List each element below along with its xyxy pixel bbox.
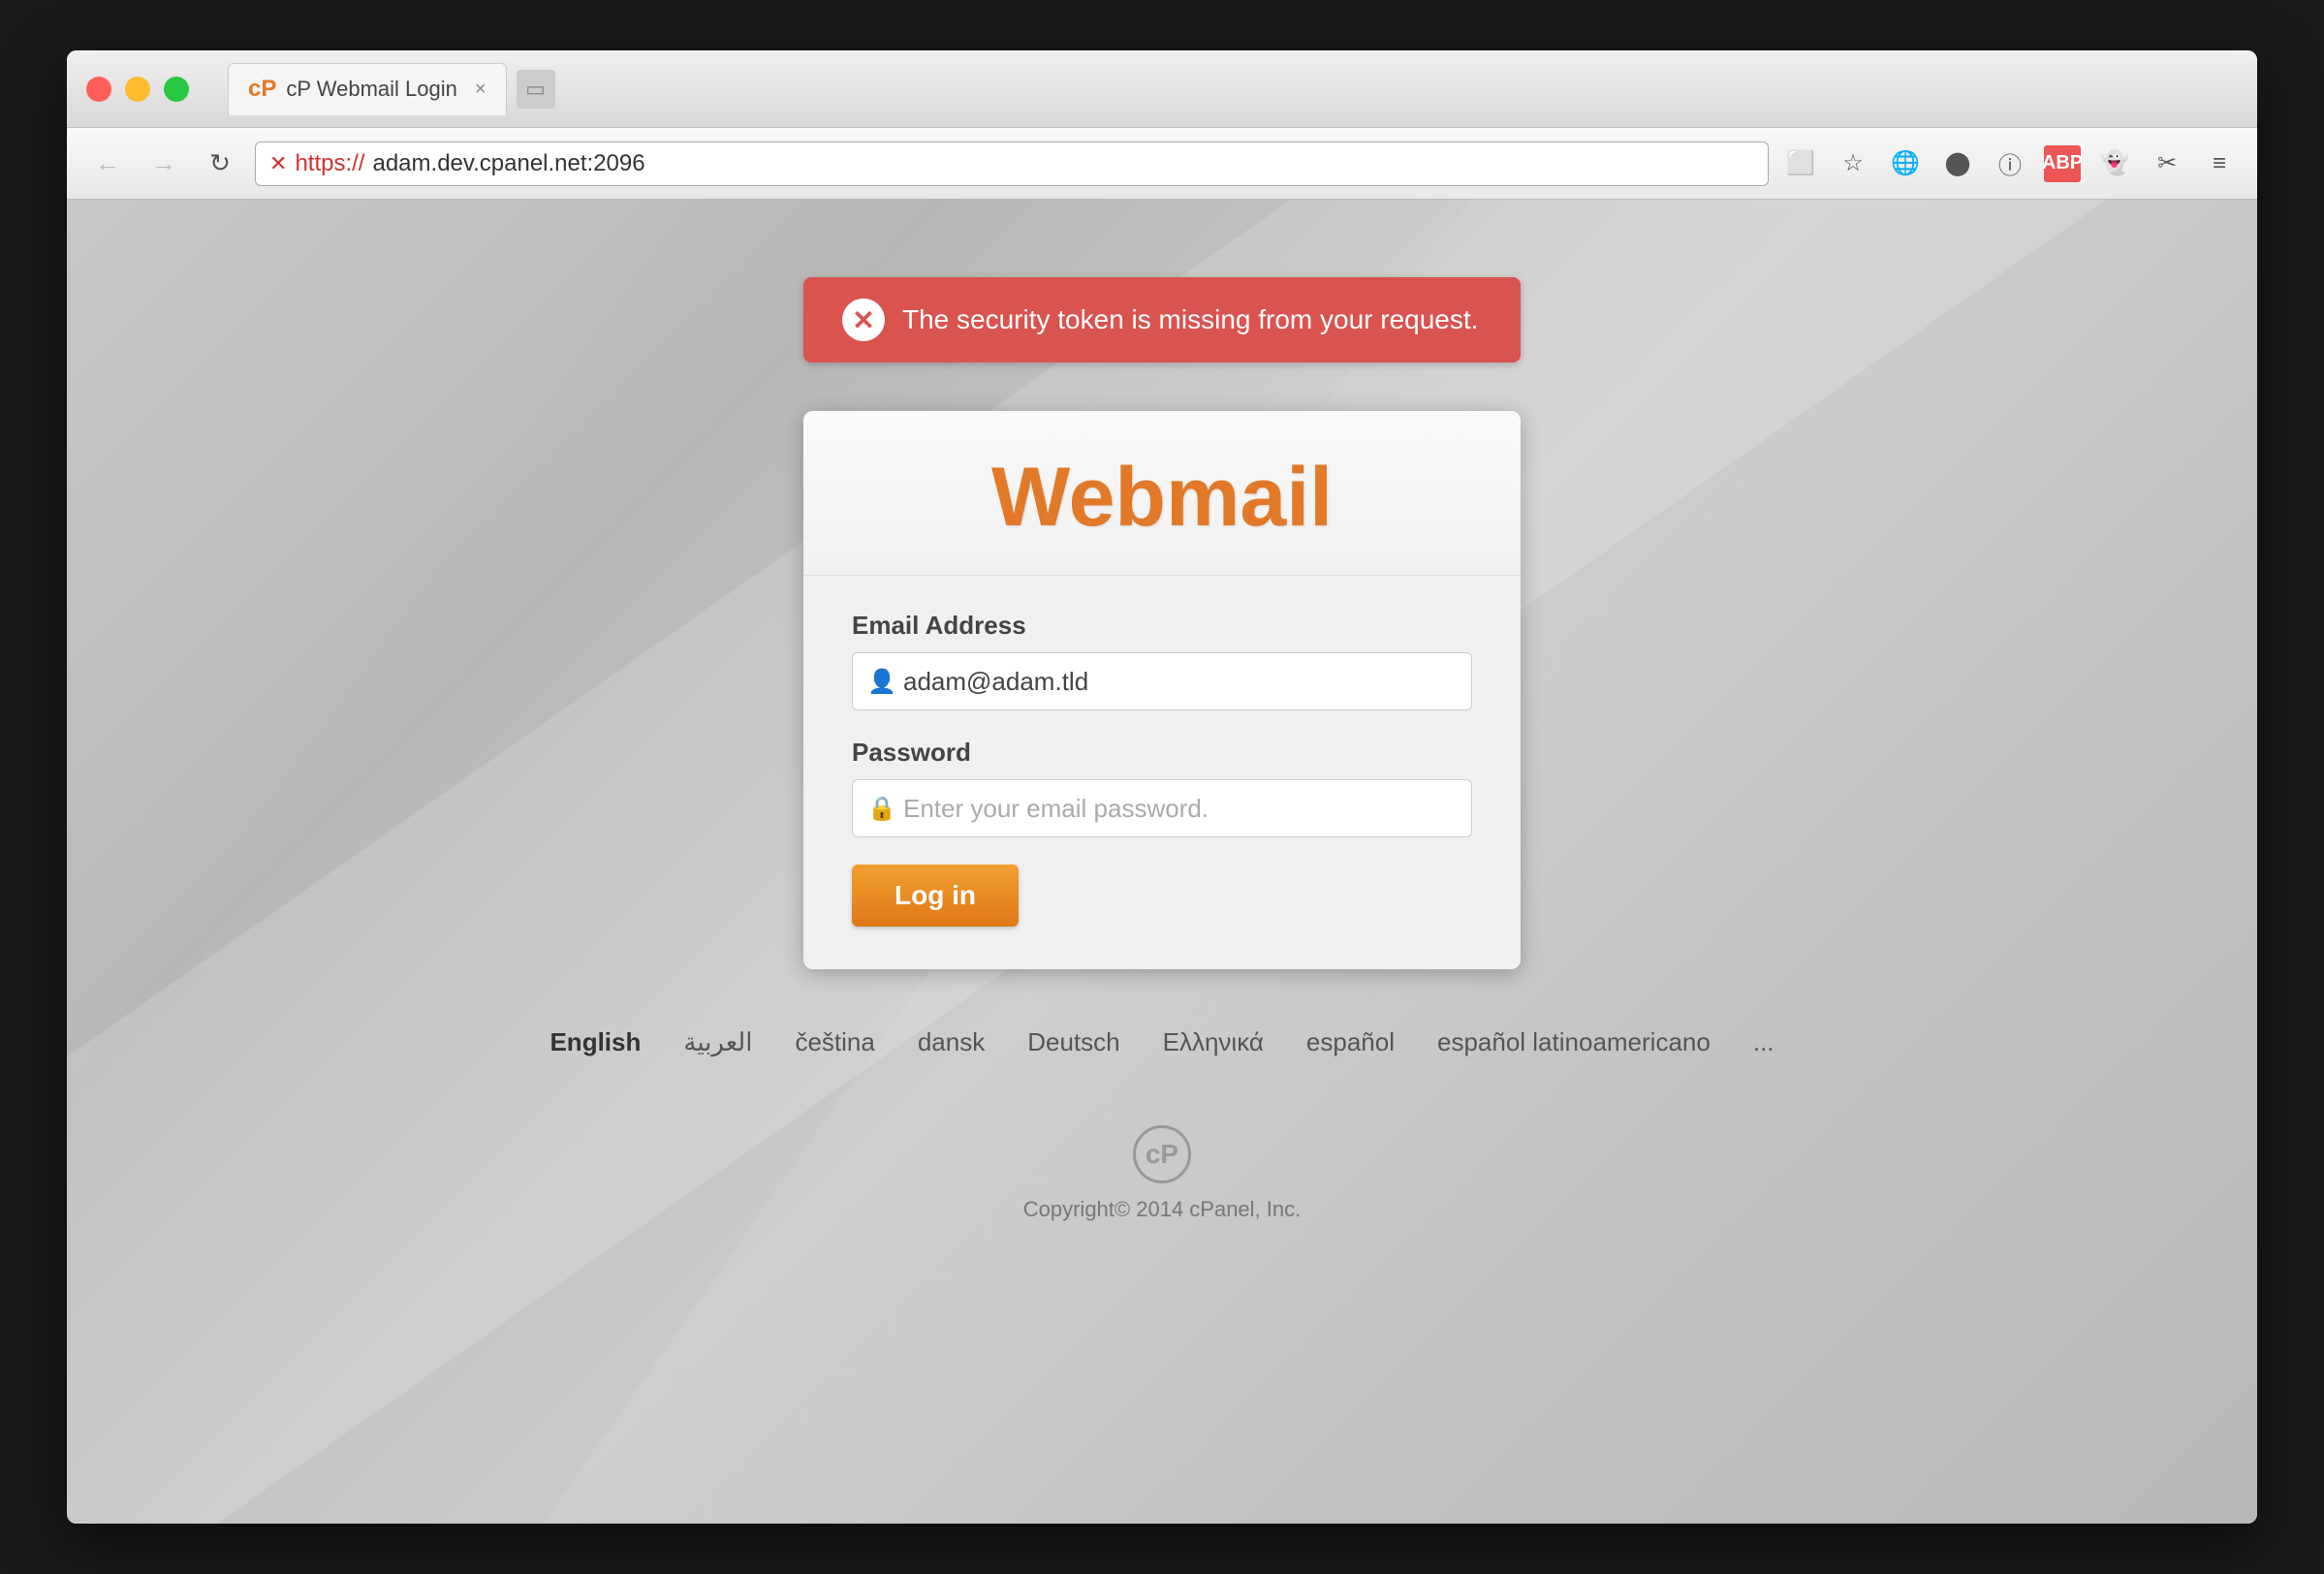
error-banner: ✕ The security token is missing from you… [803,277,1521,362]
nav-bar: ← → ↻ ✕ https:// adam.dev.cpanel.net:209… [67,128,2257,200]
language-greek[interactable]: Ελληνικά [1163,1027,1264,1057]
cast-icon[interactable]: ⬜ [1782,145,1819,182]
cpanel-logo-icon: cP [248,76,276,103]
ghost-icon[interactable]: 👻 [2096,145,2133,182]
webmail-title: Webmail [842,450,1482,546]
footer: cP Copyright© 2014 cPanel, Inc. [1023,1125,1301,1222]
reload-button[interactable]: ↻ [199,142,241,185]
url-protocol: https:// [295,150,364,177]
nav-icons: ⬜ ☆ 🌐 ⬤ ⓘ ABP 👻 ✂ ≡ [1782,145,2238,182]
cpanel-logo-text: cP [1146,1139,1178,1170]
error-message: The security token is missing from your … [902,304,1478,335]
email-form-group: Email Address 👤 [852,611,1472,710]
language-more[interactable]: ... [1753,1027,1774,1057]
forward-button[interactable]: → [142,142,185,185]
maximize-button[interactable] [164,77,189,102]
language-arabic[interactable]: العربية [683,1027,752,1057]
login-card-body: Email Address 👤 Password 🔒 Log in [803,576,1521,969]
bookmark-icon[interactable]: ☆ [1835,145,1871,182]
back-button[interactable]: ← [86,142,129,185]
email-label: Email Address [852,611,1472,641]
language-spanish[interactable]: español [1306,1027,1395,1057]
language-bar: English العربية čeština dansk Deutsch Ελ… [550,1027,1774,1057]
password-form-group: Password 🔒 [852,738,1472,837]
language-german[interactable]: Deutsch [1027,1027,1119,1057]
email-input-wrapper: 👤 [852,652,1472,710]
window-controls [86,77,189,102]
security-warning-icon: ✕ [269,151,287,176]
user-input-icon: 👤 [867,668,896,696]
password-input[interactable] [852,779,1472,837]
active-tab[interactable]: cP cP Webmail Login × [228,63,507,115]
info-icon[interactable]: ⓘ [1992,145,2028,182]
address-bar[interactable]: ✕ https:// adam.dev.cpanel.net:2096 [255,142,1769,186]
login-card: Webmail Email Address 👤 Password 🔒 [803,411,1521,969]
menu-icon[interactable]: ≡ [2201,145,2238,182]
login-card-header: Webmail [803,411,1521,576]
tab-bar: cP cP Webmail Login × ▭ [228,63,555,115]
language-danish[interactable]: dansk [918,1027,985,1057]
adblock-icon[interactable]: ABP [2044,145,2081,182]
password-label: Password [852,738,1472,768]
language-english[interactable]: English [550,1027,641,1057]
tab-title: cP Webmail Login [286,77,457,102]
url-domain: adam.dev.cpanel.net:2096 [372,150,644,177]
translate-icon[interactable]: 🌐 [1887,145,1924,182]
title-bar: cP cP Webmail Login × ▭ [67,50,2257,128]
minimize-button[interactable] [125,77,150,102]
error-icon: ✕ [842,299,885,341]
color-wheel-icon[interactable]: ⬤ [1939,145,1976,182]
close-button[interactable] [86,77,111,102]
language-spanish-latin[interactable]: español latinoamericano [1437,1027,1711,1057]
login-button[interactable]: Log in [852,865,1019,927]
password-input-wrapper: 🔒 [852,779,1472,837]
lock-input-icon: 🔒 [867,795,896,823]
tab-close-icon[interactable]: × [475,79,487,101]
language-czech[interactable]: čeština [795,1027,874,1057]
email-input[interactable] [852,652,1472,710]
new-tab-button[interactable]: ▭ [517,70,555,109]
copyright-text: Copyright© 2014 cPanel, Inc. [1023,1197,1301,1222]
cpanel-footer-logo: cP [1133,1125,1191,1183]
page-content: ✕ The security token is missing from you… [67,200,2257,1524]
cpanel-logo-circle: cP [1133,1125,1191,1183]
browser-window: cP cP Webmail Login × ▭ ← → ↻ ✕ https://… [67,50,2257,1524]
user-icon[interactable]: ✂ [2149,145,2185,182]
